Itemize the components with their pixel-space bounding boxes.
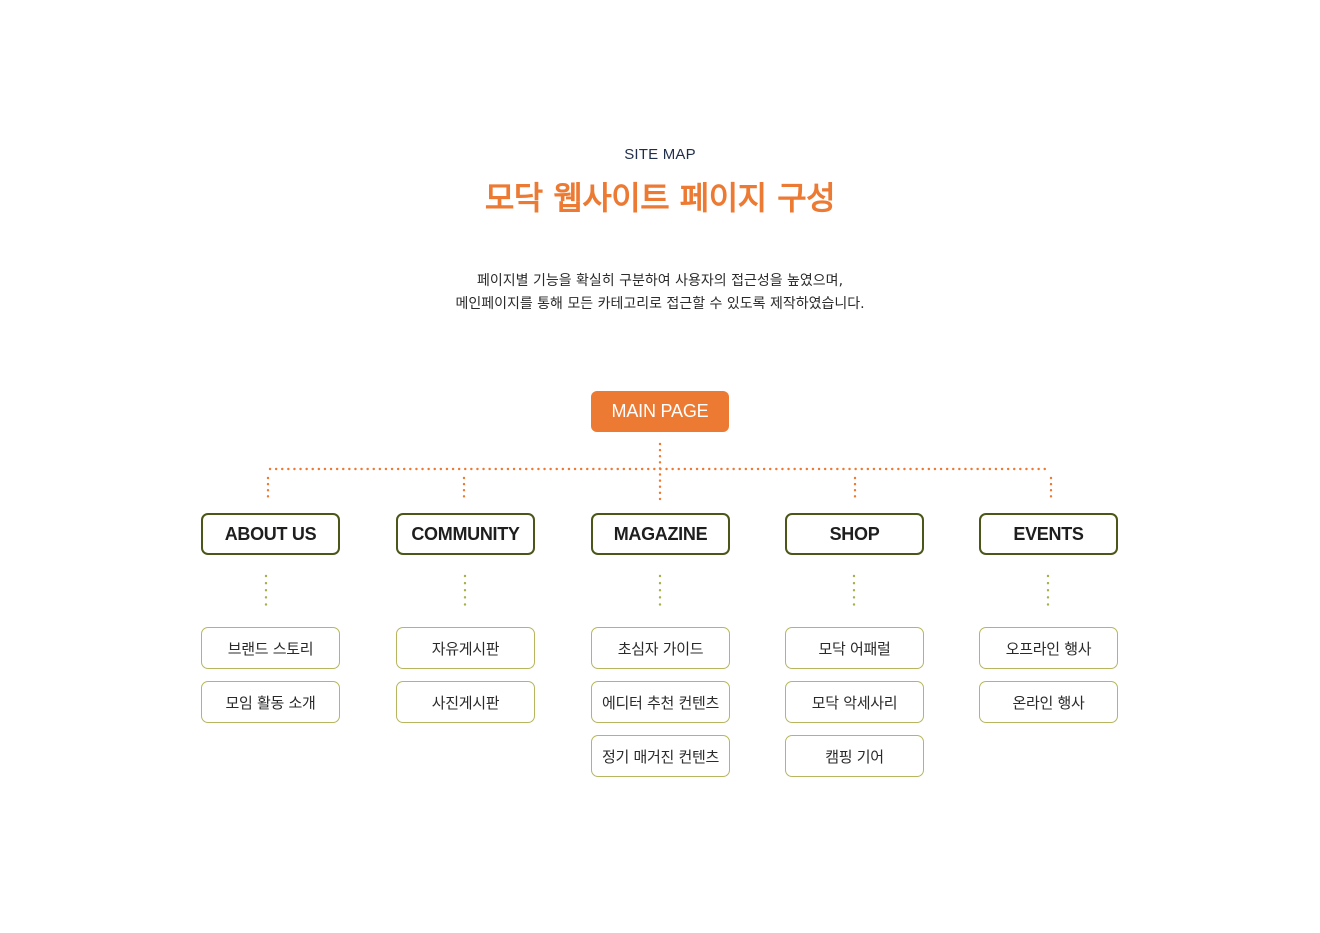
sitemap-connectors — [264, 442, 1053, 612]
subpage-node-free-board: 자유게시판 — [396, 627, 535, 669]
subpage-node-offline-events: 오프라인 행사 — [979, 627, 1118, 669]
subpage-node-brand-story: 브랜드 스토리 — [201, 627, 340, 669]
category-node-about-us: ABOUT US — [201, 513, 340, 555]
main-page-node: MAIN PAGE — [591, 391, 729, 432]
category-node-community: COMMUNITY — [396, 513, 535, 555]
subpage-node-beginner-guide: 초심자 가이드 — [591, 627, 730, 669]
subpage-node-online-events: 온라인 행사 — [979, 681, 1118, 723]
subpage-node-activity-intro: 모임 활동 소개 — [201, 681, 340, 723]
category-node-shop: SHOP — [785, 513, 924, 555]
subpage-node-regular-magazine: 정기 매거진 컨텐츠 — [591, 735, 730, 777]
category-node-events: EVENTS — [979, 513, 1118, 555]
category-node-magazine: MAGAZINE — [591, 513, 730, 555]
subpage-node-accessories: 모닥 악세사리 — [785, 681, 924, 723]
subpage-node-apparel: 모닥 어패럴 — [785, 627, 924, 669]
subpage-node-camping-gear: 캠핑 기어 — [785, 735, 924, 777]
subpage-node-editor-picks: 에디터 추천 컨텐츠 — [591, 681, 730, 723]
subpage-node-photo-board: 사진게시판 — [396, 681, 535, 723]
